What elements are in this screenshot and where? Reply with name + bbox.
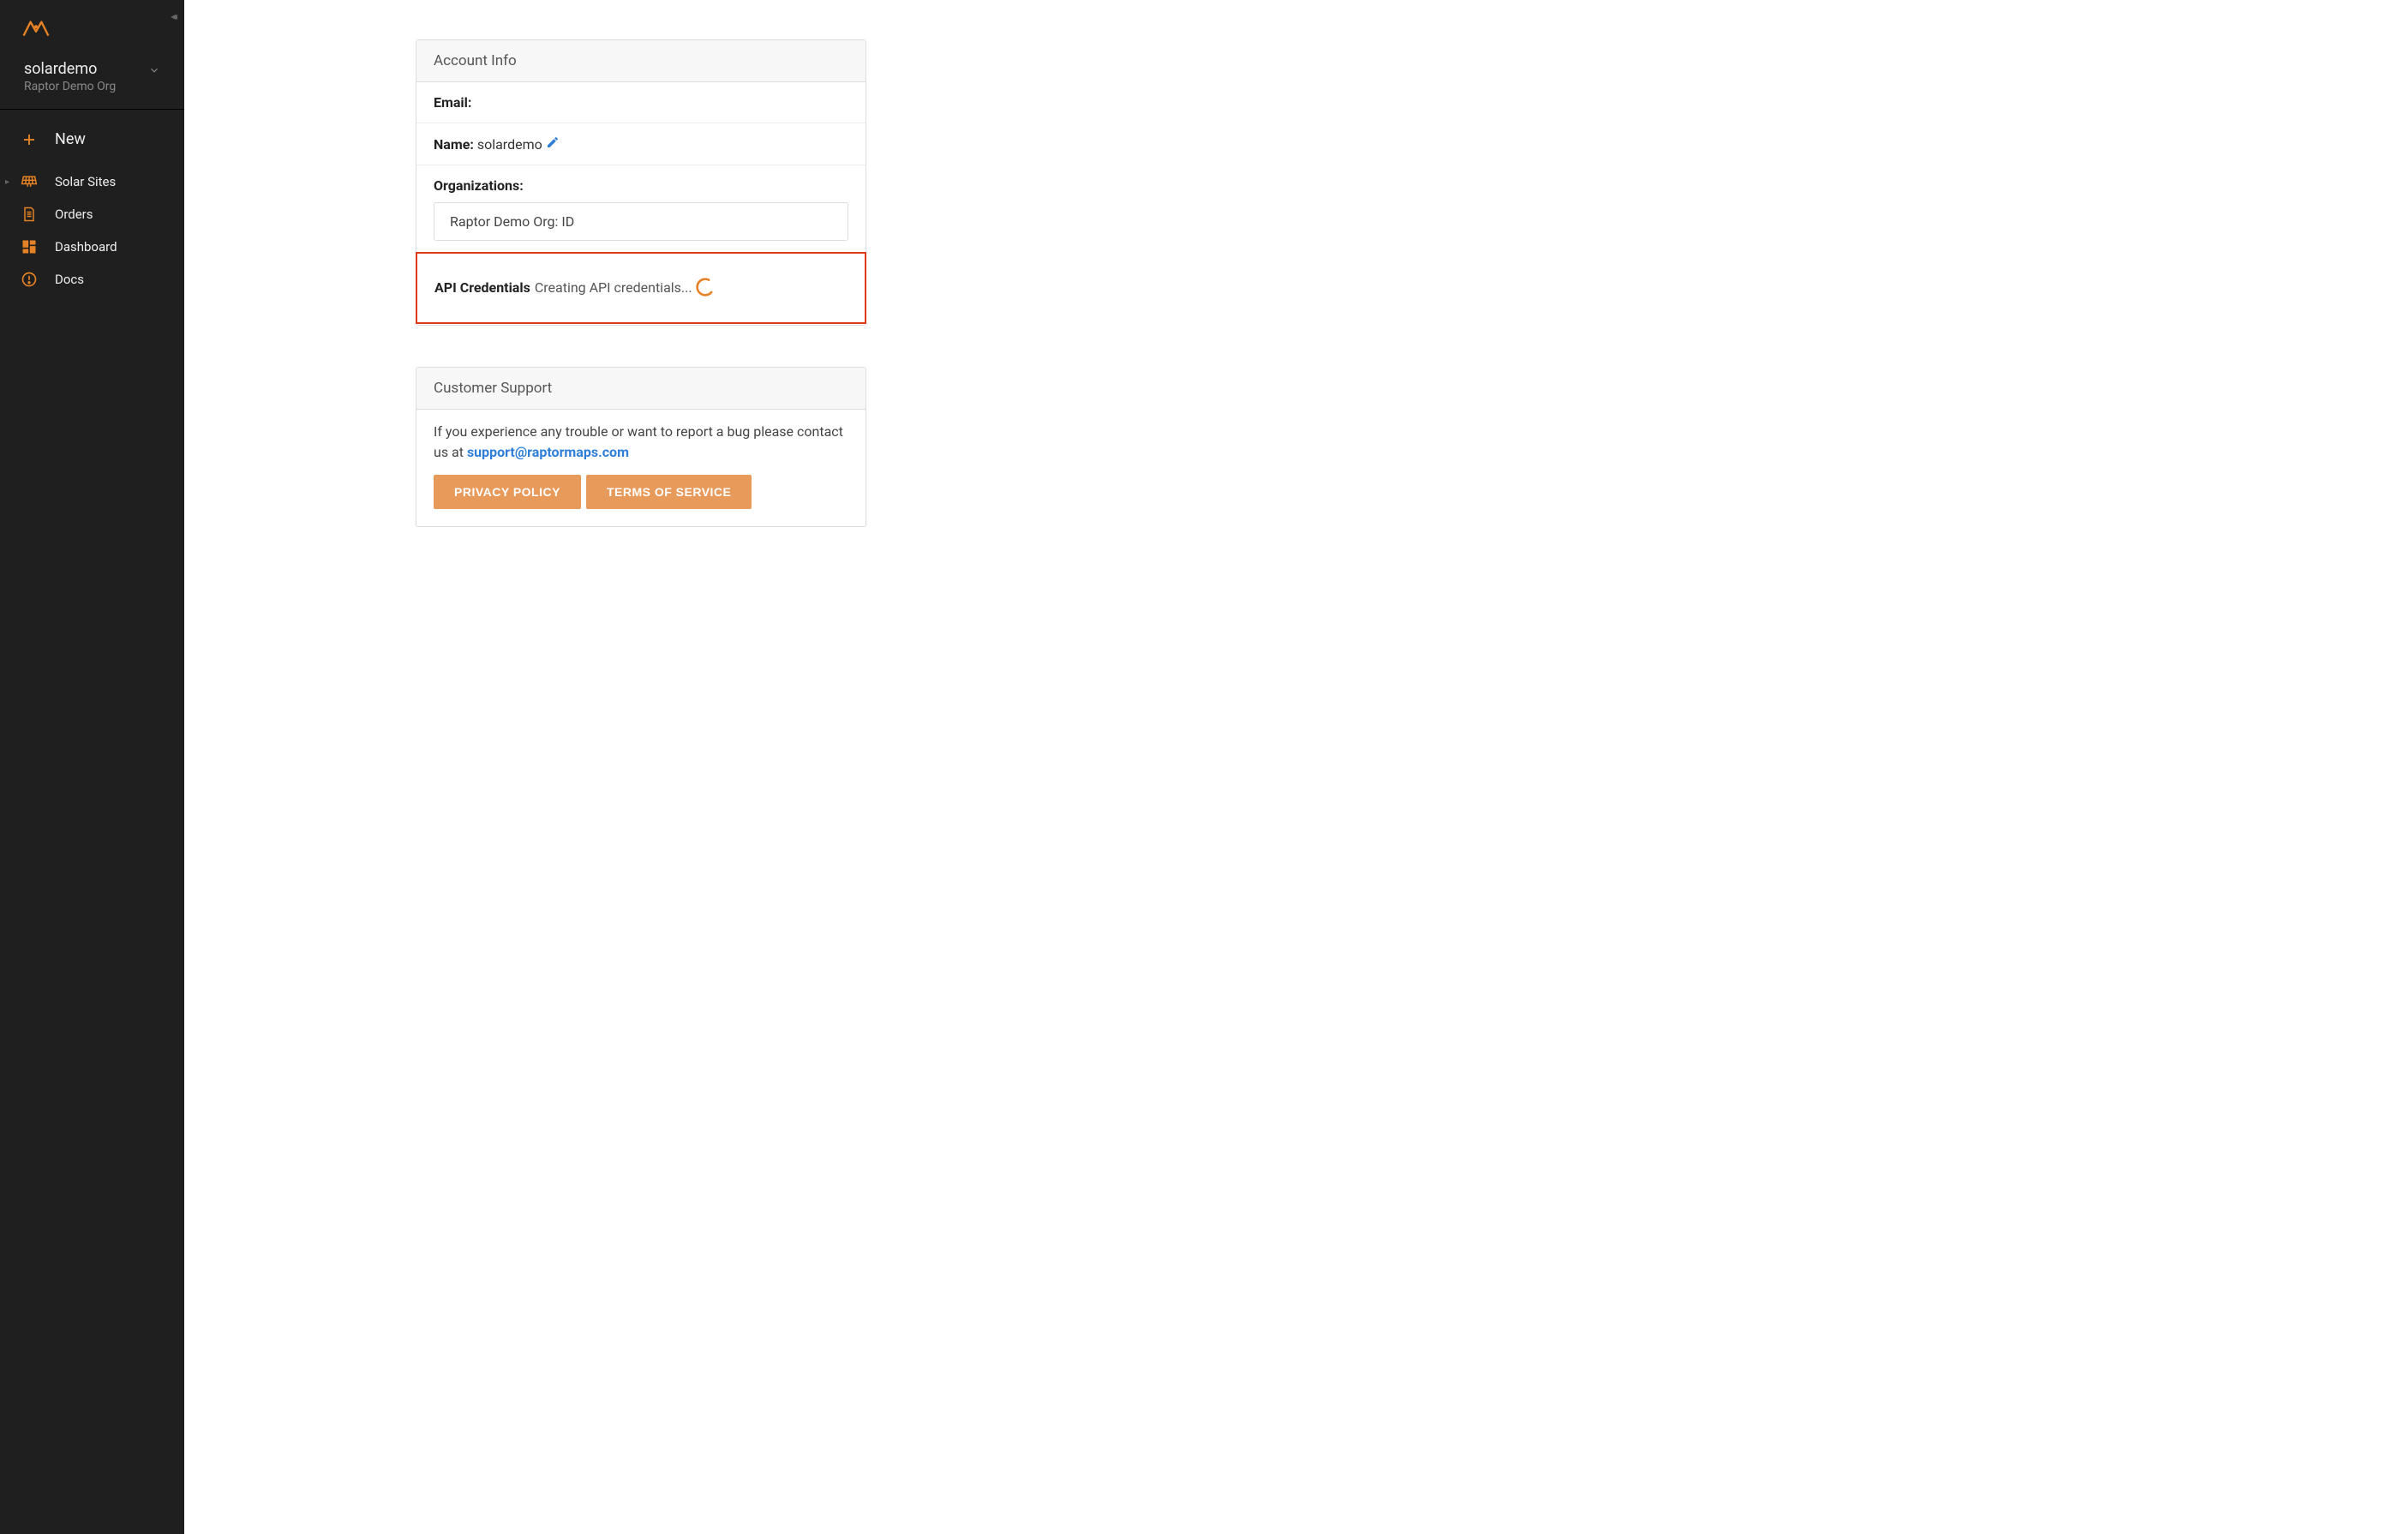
main-content: Account Info Email: Name: solardemo Orga… (184, 0, 2408, 1534)
terms-of-service-button[interactable]: TERMS OF SERVICE (586, 475, 752, 509)
sidebar: ◂◂ solardemo Raptor Demo Org New ▸ (0, 0, 184, 1534)
sidebar-nav: New ▸ Solar Sites Orders (0, 109, 184, 296)
sidebar-item-docs[interactable]: Docs (0, 263, 184, 296)
privacy-policy-button[interactable]: PRIVACY POLICY (434, 475, 581, 509)
info-circle-icon (15, 271, 43, 288)
new-button[interactable]: New (0, 125, 184, 165)
organization-entry: Raptor Demo Org: ID (434, 202, 848, 241)
document-icon (15, 206, 43, 223)
spinner-icon (694, 276, 716, 298)
org-name-label: Raptor Demo Org (24, 80, 160, 93)
nav-label: Docs (55, 272, 84, 287)
support-buttons: PRIVACY POLICY TERMS OF SERVICE (416, 466, 866, 526)
name-value: solardemo (477, 136, 542, 153)
customer-support-card: Customer Support If you experience any t… (416, 367, 866, 527)
username-label: solardemo (24, 60, 160, 78)
api-credentials-status: Creating API credentials... (535, 279, 692, 296)
solar-panel-icon (15, 173, 43, 190)
edit-name-button[interactable] (546, 136, 560, 153)
organizations-row: Organizations: Raptor Demo Org: ID (416, 165, 866, 253)
nav-label: Orders (55, 207, 93, 222)
collapse-sidebar-icon[interactable]: ◂◂ (171, 10, 174, 22)
caret-right-icon: ▸ (5, 177, 9, 187)
pencil-icon (546, 135, 560, 149)
email-label: Email: (434, 94, 471, 111)
dashboard-icon (15, 238, 43, 255)
email-row: Email: (416, 82, 866, 123)
sidebar-item-dashboard[interactable]: Dashboard (0, 231, 184, 263)
name-row: Name: solardemo (416, 123, 866, 165)
account-info-card: Account Info Email: Name: solardemo Orga… (416, 39, 866, 326)
brand-logo-icon (22, 17, 50, 38)
nav-label: New (55, 130, 86, 148)
card-header: Account Info (416, 40, 866, 82)
org-selector[interactable]: solardemo Raptor Demo Org (0, 55, 184, 109)
api-credentials-label: API Credentials (434, 279, 530, 296)
plus-icon (15, 132, 43, 147)
logo[interactable] (0, 0, 184, 55)
card-header: Customer Support (416, 368, 866, 410)
sidebar-item-orders[interactable]: Orders (0, 198, 184, 231)
nav-label: Solar Sites (55, 174, 116, 189)
name-label: Name: (434, 136, 474, 153)
sidebar-item-solar-sites[interactable]: ▸ Solar Sites (0, 165, 184, 198)
api-credentials-row: API Credentials Creating API credentials… (416, 252, 866, 324)
organizations-label: Organizations: (434, 177, 524, 194)
nav-label: Dashboard (55, 239, 117, 255)
chevron-down-icon (148, 63, 160, 80)
support-text: If you experience any trouble or want to… (416, 410, 866, 466)
support-email-link[interactable]: support@raptormaps.com (467, 444, 629, 460)
